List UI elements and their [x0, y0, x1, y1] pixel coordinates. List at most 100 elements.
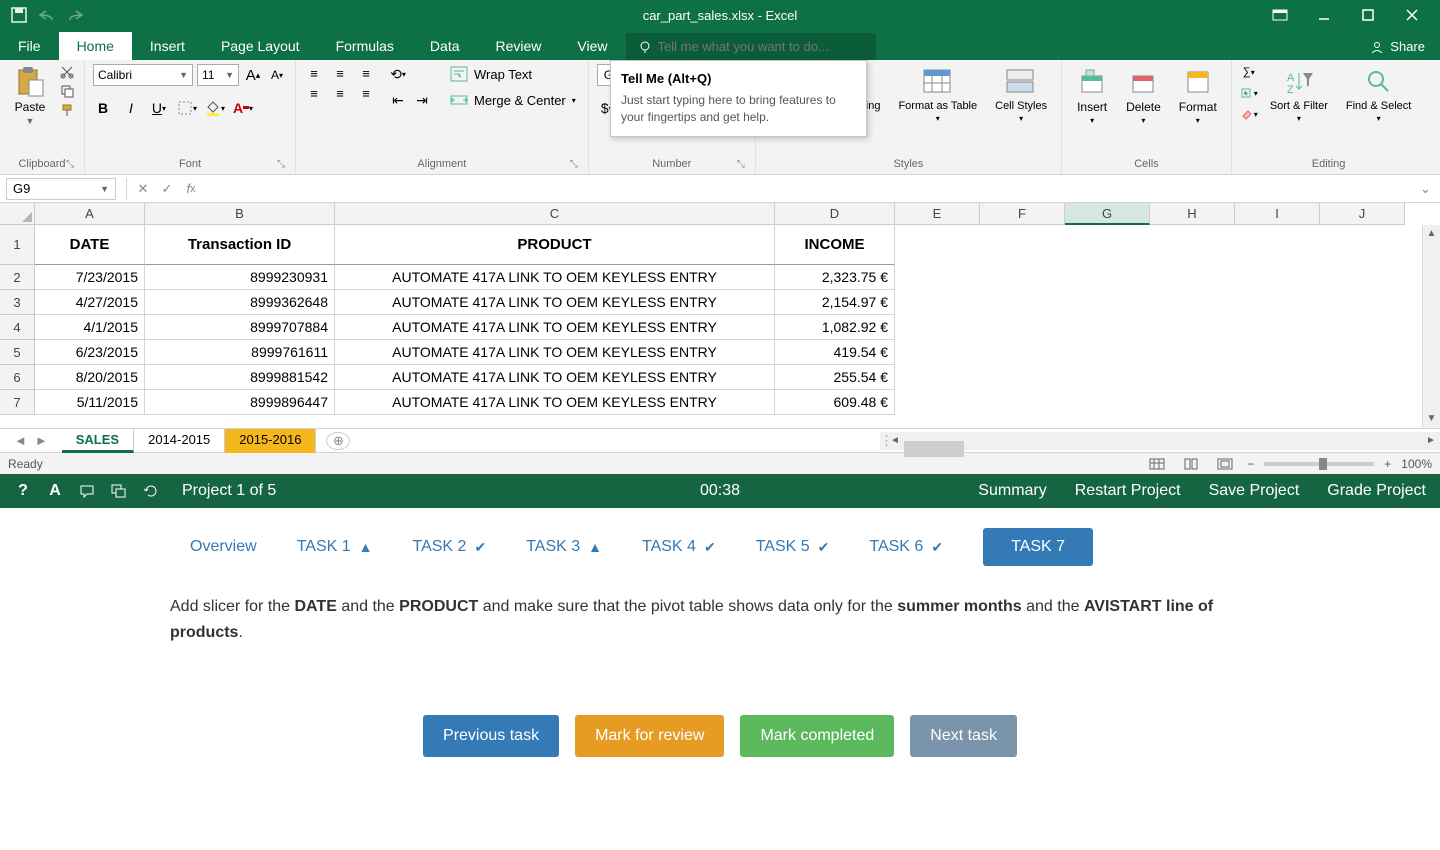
cell[interactable] [1065, 290, 1150, 315]
formula-input[interactable] [203, 178, 1420, 200]
expand-formula-bar-icon[interactable]: ⌄ [1420, 181, 1440, 197]
column-header[interactable]: B [145, 203, 335, 225]
previous-task-button[interactable]: Previous task [423, 715, 559, 757]
training-link[interactable]: Grade Project [1327, 482, 1426, 500]
decrease-font-icon[interactable]: A▾ [267, 65, 287, 85]
cell[interactable] [980, 365, 1065, 390]
cell[interactable] [980, 290, 1065, 315]
enter-formula-icon[interactable]: ✓ [155, 178, 179, 200]
dialog-launcher-icon[interactable]: ⤡ [66, 159, 74, 170]
tab-formulas[interactable]: Formulas [318, 32, 412, 60]
maximize-icon[interactable] [1355, 5, 1381, 25]
cell[interactable]: 8999230931 [145, 265, 335, 290]
align-right-icon[interactable]: ≡ [356, 84, 376, 102]
cell[interactable] [1235, 365, 1320, 390]
cell[interactable] [1065, 390, 1150, 415]
training-link[interactable]: Summary [978, 482, 1046, 500]
task-tab[interactable]: Overview [190, 538, 257, 556]
font-name-select[interactable]: Calibri▼ [93, 64, 193, 86]
ribbon-options-icon[interactable] [1267, 5, 1293, 25]
italic-button[interactable]: I [121, 98, 141, 118]
zoom-in-button[interactable]: + [1384, 457, 1391, 471]
cell[interactable]: 2,154.97 € [775, 290, 895, 315]
align-left-icon[interactable]: ≡ [304, 84, 324, 102]
cell[interactable] [1320, 265, 1405, 290]
cell[interactable]: 5/11/2015 [35, 390, 145, 415]
format-cells-button[interactable]: Format▾ [1173, 64, 1223, 127]
task-tab[interactable]: TASK 5 ✔ [756, 538, 830, 556]
share-button[interactable]: Share [1355, 33, 1440, 60]
cell[interactable]: AUTOMATE 417A LINK TO OEM KEYLESS ENTRY [335, 365, 775, 390]
fx-icon[interactable]: fx [179, 178, 203, 200]
border-icon[interactable]: ▾ [177, 98, 197, 118]
wrap-text-button[interactable]: Wrap Text [446, 64, 580, 84]
spreadsheet-grid[interactable]: ABCDEFGHIJ1DATETransaction IDPRODUCTINCO… [0, 203, 1440, 428]
zoom-out-button[interactable]: − [1247, 457, 1254, 471]
minimize-icon[interactable] [1311, 5, 1337, 25]
column-header[interactable]: H [1150, 203, 1235, 225]
cell[interactable] [1320, 225, 1405, 265]
align-center-icon[interactable]: ≡ [330, 84, 350, 102]
windows-icon[interactable] [110, 482, 128, 500]
task-tab[interactable]: TASK 7 [983, 528, 1093, 566]
align-middle-icon[interactable]: ≡ [330, 64, 350, 82]
undo-icon[interactable] [38, 6, 56, 24]
column-header[interactable]: F [980, 203, 1065, 225]
vertical-scrollbar[interactable]: ▲ ▼ [1422, 225, 1440, 428]
task-tab[interactable]: TASK 1 ▲ [297, 538, 373, 556]
autosum-icon[interactable]: ∑ ▾ [1240, 64, 1258, 80]
cell[interactable]: 8999896447 [145, 390, 335, 415]
align-bottom-icon[interactable]: ≡ [356, 64, 376, 82]
tab-review[interactable]: Review [478, 32, 560, 60]
sheet-tab[interactable]: SALES [62, 429, 134, 453]
cell[interactable] [895, 390, 980, 415]
font-color-icon[interactable]: A▾ [233, 98, 253, 118]
delete-cells-button[interactable]: Delete▾ [1120, 64, 1167, 127]
fill-icon[interactable]: ▾ [1240, 85, 1258, 101]
zoom-slider[interactable] [1264, 462, 1374, 466]
cell[interactable]: 8999881542 [145, 365, 335, 390]
cell[interactable]: AUTOMATE 417A LINK TO OEM KEYLESS ENTRY [335, 315, 775, 340]
cell[interactable]: AUTOMATE 417A LINK TO OEM KEYLESS ENTRY [335, 340, 775, 365]
page-layout-view-icon[interactable] [1179, 455, 1203, 473]
cell[interactable] [1150, 340, 1235, 365]
copy-icon[interactable] [58, 83, 76, 99]
sort-filter-button[interactable]: AZSort & Filter ▾ [1264, 64, 1334, 125]
row-header[interactable]: 4 [0, 315, 35, 340]
cell[interactable] [1065, 265, 1150, 290]
horizontal-scrollbar[interactable]: ⋮ ◄ ► [880, 432, 1440, 450]
cell[interactable]: AUTOMATE 417A LINK TO OEM KEYLESS ENTRY [335, 390, 775, 415]
training-link[interactable]: Restart Project [1075, 482, 1181, 500]
cell[interactable]: 8999362648 [145, 290, 335, 315]
row-header[interactable]: 3 [0, 290, 35, 315]
sheet-nav-prev-icon[interactable]: ◄ [14, 433, 27, 448]
task-tab[interactable]: TASK 2 ✔ [413, 538, 487, 556]
mark-completed-button[interactable]: Mark completed [740, 715, 894, 757]
cell[interactable] [1065, 225, 1150, 265]
tell-me-input[interactable] [658, 39, 858, 54]
comment-icon[interactable] [78, 482, 96, 500]
cell[interactable] [980, 265, 1065, 290]
column-header[interactable]: E [895, 203, 980, 225]
tab-view[interactable]: View [559, 32, 625, 60]
cell[interactable] [1150, 290, 1235, 315]
cell[interactable] [1235, 225, 1320, 265]
add-sheet-button[interactable]: ⊕ [326, 432, 350, 450]
cell[interactable] [980, 390, 1065, 415]
training-link[interactable]: Save Project [1209, 482, 1300, 500]
refresh-icon[interactable] [142, 482, 160, 500]
cell[interactable] [980, 340, 1065, 365]
merge-center-button[interactable]: Merge & Center ▾ [446, 90, 580, 110]
sheet-nav-next-icon[interactable]: ► [35, 433, 48, 448]
dialog-launcher-icon[interactable]: ⤡ [737, 159, 745, 170]
clear-icon[interactable]: ▾ [1240, 106, 1258, 122]
row-header[interactable]: 1 [0, 225, 35, 265]
select-all-corner[interactable] [0, 203, 35, 225]
cell[interactable] [1150, 365, 1235, 390]
page-break-view-icon[interactable] [1213, 455, 1237, 473]
normal-view-icon[interactable] [1145, 455, 1169, 473]
tab-file[interactable]: File [0, 32, 59, 60]
decrease-indent-icon[interactable]: ⇤ [388, 90, 408, 110]
font-size-select[interactable]: 11▼ [197, 64, 239, 86]
column-header[interactable]: J [1320, 203, 1405, 225]
